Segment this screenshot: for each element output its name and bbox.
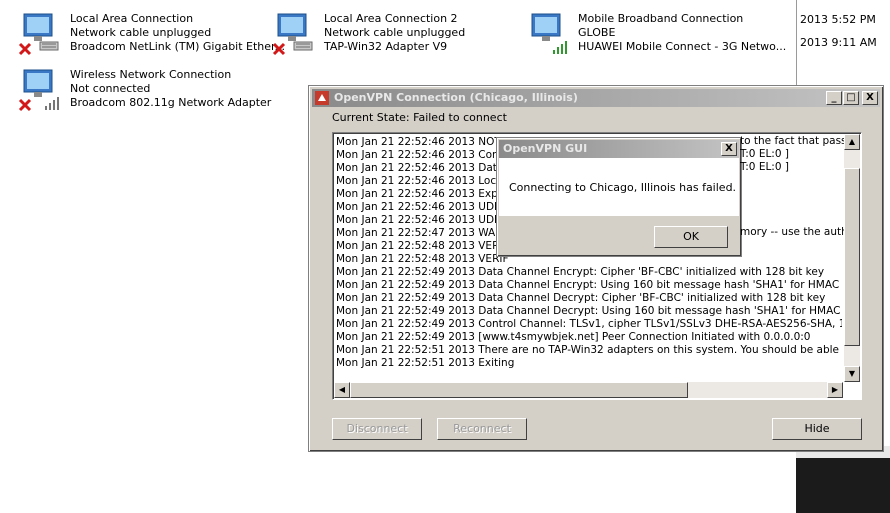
- close-button[interactable]: X: [862, 91, 878, 105]
- log-tail-fragments: to the fact that passe T:0 EL:0 ] T:0 EL…: [740, 135, 844, 239]
- connection-mobile-broadband[interactable]: Mobile Broadband Connection GLOBE HUAWEI…: [526, 12, 791, 68]
- scroll-left-arrow-icon[interactable]: ◀: [334, 382, 350, 398]
- minimize-button[interactable]: _: [826, 91, 842, 105]
- log-line: Mon Jan 21 22:52:49 2013 Data Channel En…: [336, 279, 842, 291]
- log-tail: T:0 EL:0 ]: [740, 161, 789, 173]
- connection-device: TAP-Win32 Adapter V9: [324, 40, 448, 53]
- hide-button[interactable]: Hide: [772, 418, 862, 440]
- dialog-close-button[interactable]: X: [721, 142, 737, 156]
- connection-status: Not connected: [70, 82, 151, 95]
- connection-name: Mobile Broadband Connection: [578, 12, 744, 25]
- taskbar-area: [796, 458, 890, 513]
- vertical-scrollbar[interactable]: ▲ ▼: [844, 134, 860, 382]
- log-line: Mon Jan 21 22:52:49 2013 [www.t4smywbjek…: [336, 331, 811, 343]
- log-tail: T:0 EL:0 ]: [740, 148, 789, 160]
- connection-device: Broadcom NetLink (TM) Gigabit Ether...: [70, 40, 286, 53]
- dialog-body: Connecting to Chicago, Illinois has fail…: [499, 158, 739, 216]
- error-x-icon: [18, 42, 32, 56]
- scroll-down-arrow-icon[interactable]: ▼: [844, 366, 860, 382]
- log-line: Mon Jan 21 22:52:49 2013 Data Channel De…: [336, 292, 826, 304]
- error-x-icon: [272, 42, 286, 56]
- window-titlebar[interactable]: OpenVPN Connection (Chicago, Illinois) _…: [312, 89, 880, 107]
- log-line: Mon Jan 21 22:52:49 2013 Data Channel De…: [336, 305, 842, 317]
- scroll-right-arrow-icon[interactable]: ▶: [827, 382, 843, 398]
- log-line: Mon Jan 21 22:52:49 2013 Data Channel En…: [336, 266, 825, 278]
- signal-bars-icon: [553, 41, 567, 54]
- timestamp: 2013 5:52 PM: [800, 13, 876, 26]
- dialog-message: Connecting to Chicago, Illinois has fail…: [509, 181, 737, 194]
- disconnect-button[interactable]: Disconnect: [332, 418, 422, 440]
- window-title: OpenVPN Connection (Chicago, Illinois): [334, 91, 578, 104]
- scroll-up-arrow-icon[interactable]: ▲: [844, 134, 860, 150]
- vertical-scroll-thumb[interactable]: [844, 168, 860, 346]
- log-line: Mon Jan 21 22:52:51 2013 There are no TA…: [336, 344, 842, 356]
- openvpn-icon: [315, 91, 329, 105]
- connection-name: Local Area Connection 2: [324, 12, 458, 25]
- log-line: Mon Jan 21 22:52:49 2013 Control Channel…: [336, 318, 842, 330]
- connection-state: Current State: Failed to connect: [332, 111, 507, 124]
- connection-status: Network cable unplugged: [70, 26, 212, 39]
- horizontal-scroll-thumb[interactable]: [350, 382, 688, 398]
- connection-local-area-2[interactable]: Local Area Connection 2 Network cable un…: [272, 12, 522, 68]
- error-dialog: OpenVPN GUI X Connecting to Chicago, Ill…: [496, 137, 742, 257]
- dialog-titlebar[interactable]: OpenVPN GUI X: [499, 140, 739, 158]
- connection-device: Broadcom 802.11g Network Adapter: [70, 96, 272, 109]
- reconnect-button[interactable]: Reconnect: [437, 418, 527, 440]
- log-tail: mory -- use the auth-n: [740, 226, 844, 238]
- timestamp: 2013 9:11 AM: [800, 36, 877, 49]
- connection-wireless[interactable]: Wireless Network Connection Not connecte…: [18, 68, 272, 124]
- signal-bars-icon: [45, 97, 59, 110]
- connection-device: HUAWEI Mobile Connect - 3G Netwo...: [578, 40, 787, 53]
- connection-status: GLOBE: [578, 26, 616, 39]
- maximize-button[interactable]: □: [843, 91, 859, 105]
- connection-name: Local Area Connection: [70, 12, 194, 25]
- log-line: Mon Jan 21 22:52:51 2013 Exiting: [336, 357, 515, 369]
- dialog-title: OpenVPN GUI: [503, 142, 588, 155]
- error-x-icon: [18, 98, 32, 112]
- ok-button[interactable]: OK: [654, 226, 728, 248]
- connection-status: Network cable unplugged: [324, 26, 466, 39]
- connection-name: Wireless Network Connection: [70, 68, 232, 81]
- connection-local-area[interactable]: Local Area Connection Network cable unpl…: [18, 12, 285, 68]
- horizontal-scrollbar[interactable]: ◀ ▶: [334, 382, 843, 398]
- log-tail: to the fact that passe: [740, 135, 844, 147]
